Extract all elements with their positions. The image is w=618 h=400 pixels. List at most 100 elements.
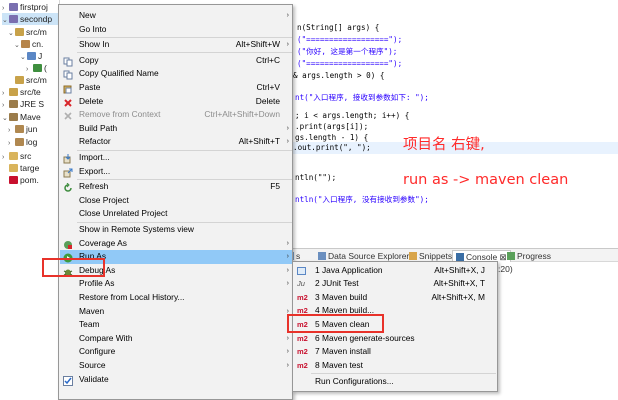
menu-item-shortcut: Alt+Shift+W — [235, 39, 280, 50]
submenu-item-2-junit-test[interactable]: Ju 2 JUnit Test Alt+Shift+X, T — [294, 277, 497, 291]
menu-item-copy[interactable]: Copy Ctrl+C — [60, 54, 292, 68]
code-line: n(String[] args) { — [297, 22, 379, 34]
submenu-arrow-icon: › — [286, 253, 289, 261]
project-explorer: › firstproj ⌄ secondp ⌄ src/m ⌄ cn. ⌄ J ›(src/m › sr… — [0, 0, 60, 400]
menu-item-label: Close Unrelated Project — [79, 208, 168, 219]
tree-item-label: cn. — [32, 39, 44, 49]
menu-item-label: Source — [79, 360, 106, 370]
validate-icon — [63, 375, 73, 386]
menu-item-copy-qualified-name[interactable]: Copy Qualified Name — [60, 67, 292, 81]
menu-item-label: Refresh — [79, 181, 109, 192]
tree-item-label: jun — [26, 124, 38, 134]
tree-item[interactable]: › src/te — [2, 86, 59, 98]
submenu-item-7-maven-install[interactable]: m2 7 Maven install — [294, 345, 497, 359]
tree-item[interactable]: pom. — [2, 174, 59, 186]
tree-item[interactable]: › jun — [8, 123, 59, 135]
maven-m2-icon: m2 — [297, 333, 308, 343]
menu-item-team[interactable]: Team › — [60, 318, 292, 332]
menu-item-label: Maven — [79, 305, 105, 316]
tree-item[interactable]: › JRE S — [2, 98, 59, 110]
menu-item-export[interactable]: Export... — [60, 165, 292, 179]
tree-item[interactable]: ⌄ src/m — [8, 26, 59, 38]
menu-item-label: Go Into — [79, 23, 107, 34]
code-line: nt("入口程序, 接收到参数如下: "); — [295, 92, 429, 104]
menu-item-go-into[interactable]: Go Into — [60, 23, 292, 37]
tree-item[interactable]: src/m — [8, 74, 59, 86]
menu-item-label: Configure — [79, 346, 116, 357]
context-menu: New › Go Into Show In Alt+Shift+W › Copy Ctrl+C… — [58, 4, 293, 400]
menu-item-maven[interactable]: Maven › — [60, 305, 292, 319]
submenu-item-3-maven-build[interactable]: m2 3 Maven build Alt+Shift+X, M — [294, 291, 497, 305]
tree-item[interactable]: ⌄ secondp — [2, 13, 59, 25]
menu-item-refactor[interactable]: Refactor Alt+Shift+T › — [60, 135, 292, 149]
tree-node-icon — [9, 15, 18, 23]
tree-item-label: J — [38, 51, 43, 61]
tree-item[interactable]: targe — [2, 162, 59, 174]
menu-item-label: Build Path — [79, 122, 118, 133]
menu-item-close-project[interactable]: Close Project — [60, 194, 292, 208]
menu-item-validate[interactable]: Validate — [60, 373, 292, 387]
code-line: ("你好, 这是第一个程序"); — [297, 46, 397, 58]
tree-item[interactable]: ⌄ Mave — [2, 111, 59, 123]
tab-progress[interactable]: Progress — [507, 250, 551, 262]
code-text: ntln("入口程序, 没有接收到参数"); — [295, 195, 429, 204]
menu-item-coverage-as[interactable]: Coverage As › — [60, 237, 292, 251]
console-icon — [456, 253, 464, 261]
tree-item[interactable]: ›( — [26, 62, 59, 74]
tree-node-icon — [15, 28, 24, 36]
menu-item-show-in-remote-systems-view[interactable]: Show in Remote Systems view — [60, 223, 292, 237]
tree-item-label: src/m — [26, 75, 47, 85]
code-text: ntln(""); — [295, 173, 337, 182]
menu-item-compare-with[interactable]: Compare With › — [60, 332, 292, 346]
menu-item-paste[interactable]: Paste Ctrl+V — [60, 81, 292, 95]
tree-item-label: JRE S — [20, 99, 45, 109]
submenu-item-label: 8 Maven test — [315, 359, 363, 370]
menu-item-delete[interactable]: Delete Delete — [60, 95, 292, 109]
menu-item-label: Export... — [79, 165, 111, 176]
snippets-icon — [409, 252, 417, 260]
tree-expand-arrow-icon[interactable]: › — [8, 138, 15, 150]
menu-item-refresh[interactable]: Refresh F5 — [60, 180, 292, 194]
menu-item-new[interactable]: New › — [60, 9, 292, 23]
submenu-arrow-icon: › — [286, 124, 289, 132]
code-editor[interactable]: n(String[] args) {("==================")… — [285, 0, 618, 248]
junit-icon: Ju — [297, 279, 305, 289]
maven-m2-icon: m2 — [297, 347, 308, 357]
menu-item-profile-as[interactable]: Profile As › — [60, 277, 292, 291]
tree-item[interactable]: ⌄ J — [20, 50, 59, 62]
delete-icon — [63, 98, 72, 107]
submenu-item-6-maven-generate-sources[interactable]: m2 6 Maven generate-sources — [294, 332, 497, 346]
menu-item-configure[interactable]: Configure › — [60, 345, 292, 359]
submenu-item-1-java-application[interactable]: 1 Java Application Alt+Shift+X, J — [294, 264, 497, 278]
submenu-item-label: Run Configurations... — [315, 376, 394, 387]
submenu-item-8-maven-test[interactable]: m2 8 Maven test — [294, 359, 497, 373]
menu-item-import[interactable]: Import... — [60, 151, 292, 165]
tree-node-icon — [9, 164, 18, 172]
menu-item-source[interactable]: Source › — [60, 359, 292, 373]
submenu-arrow-icon: › — [286, 41, 289, 49]
submenu-item-shortcut: Alt+Shift+X, M — [431, 291, 485, 302]
menu-item-close-unrelated-project[interactable]: Close Unrelated Project — [60, 207, 292, 221]
tree-item[interactable]: › firstproj — [2, 1, 59, 13]
tree-item[interactable]: ⌄ cn. — [14, 38, 59, 50]
refresh-icon — [63, 182, 72, 192]
data-source-icon — [318, 252, 326, 260]
menu-item-restore-from-local-history[interactable]: Restore from Local History... — [60, 291, 292, 305]
tree-node-icon — [15, 76, 24, 84]
submenu-item-run-configurations[interactable]: Run Configurations... — [294, 375, 497, 389]
tree-item[interactable]: › log — [8, 136, 59, 150]
maven-m2-icon: m2 — [297, 292, 308, 302]
menu-item-shortcut: Delete — [255, 95, 280, 106]
menu-item-build-path[interactable]: Build Path › — [60, 122, 292, 136]
menu-item-show-in[interactable]: Show In Alt+Shift+W › — [60, 38, 292, 52]
menu-item-label: Import... — [79, 152, 110, 162]
code-text: ("你好, 这是第一个程序"); — [297, 47, 398, 56]
tree-item-label: log — [26, 137, 38, 147]
submenu-arrow-icon: › — [286, 138, 289, 146]
tree-item[interactable]: › src — [2, 150, 59, 162]
submenu-arrow-icon: › — [286, 12, 289, 19]
submenu-item-label: 6 Maven generate-sources — [315, 332, 415, 343]
submenu-item-label: 3 Maven build — [315, 291, 368, 302]
code-text: .out.print(", "); — [293, 143, 371, 152]
submenu-arrow-icon: › — [286, 239, 289, 247]
